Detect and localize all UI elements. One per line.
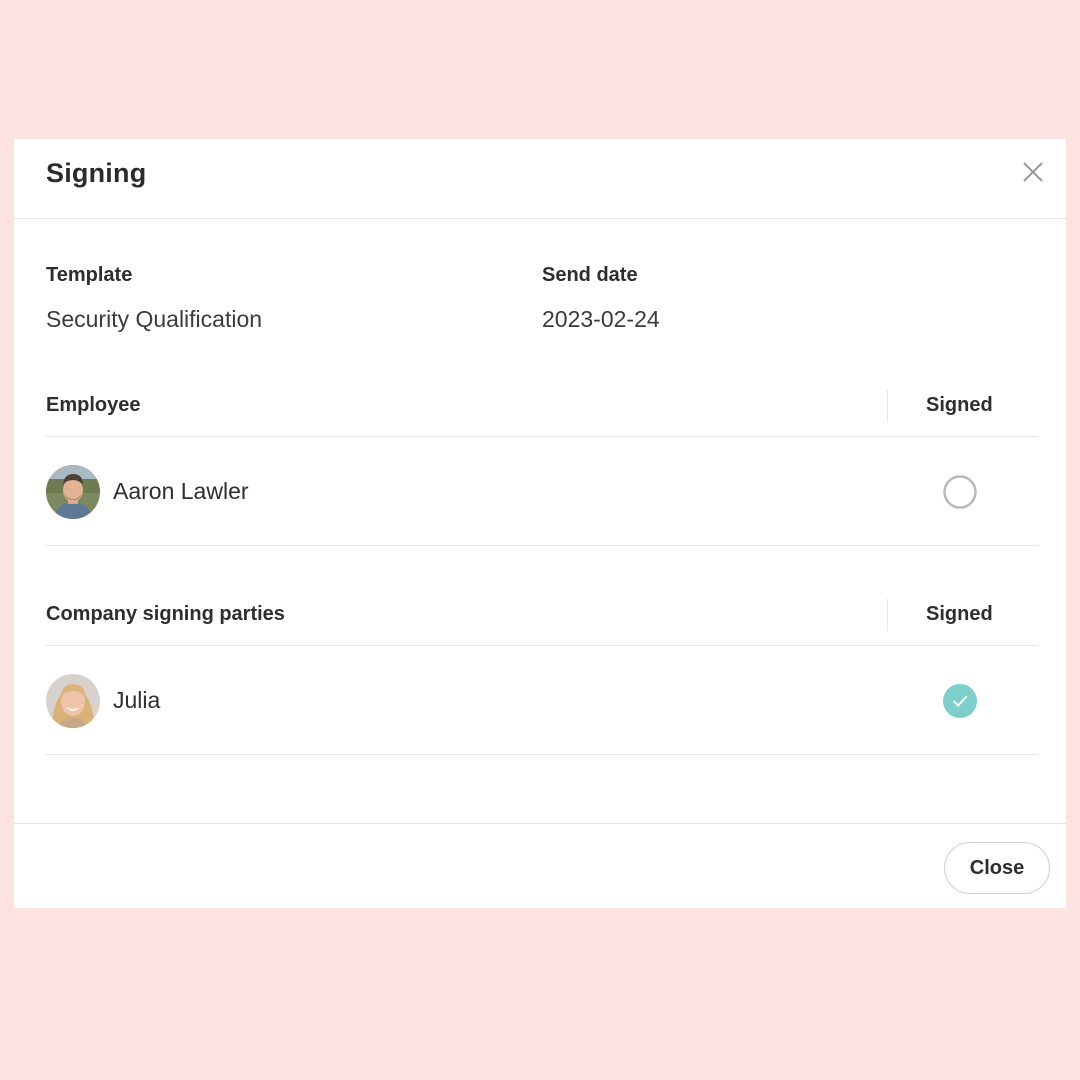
column-divider — [887, 390, 888, 422]
close-icon[interactable] — [1020, 159, 1046, 185]
employee-row: Aaron Lawler — [46, 438, 1038, 546]
dialog-title: Signing — [46, 158, 147, 188]
company-signing-parties-header: Company signing parties — [46, 603, 285, 625]
employee-column-header: Employee — [46, 394, 141, 416]
template-value: Security Qualification — [46, 306, 263, 332]
signing-dialog: Signing Template Security Qualification … — [14, 139, 1066, 908]
unsigned-circle-icon — [943, 475, 977, 509]
employee-section-header: Employee Signed — [46, 377, 1038, 437]
avatar — [46, 465, 100, 519]
dialog-footer: Close — [14, 823, 1066, 908]
send-date-label: Send date — [542, 264, 638, 286]
close-button[interactable]: Close — [944, 842, 1050, 894]
column-divider — [887, 599, 888, 631]
employee-name: Aaron Lawler — [113, 478, 249, 504]
company-party-row: Julia — [46, 647, 1038, 755]
send-date-value: 2023-02-24 — [542, 306, 660, 332]
template-label: Template — [46, 264, 133, 286]
dialog-header: Signing — [14, 139, 1066, 219]
avatar — [46, 674, 100, 728]
signed-check-icon — [943, 684, 977, 718]
company-party-name: Julia — [113, 687, 161, 713]
signed-column-header: Signed — [926, 603, 993, 625]
signed-column-header: Signed — [926, 394, 993, 416]
company-section-header: Company signing parties Signed — [46, 586, 1038, 646]
